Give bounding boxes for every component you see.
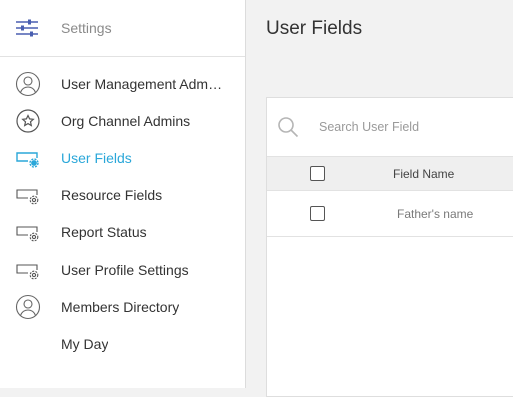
sidebar-title: Settings [61, 20, 112, 36]
main-content: User Fields Field Name Father's name [247, 0, 513, 397]
table-header: Field Name [267, 157, 513, 191]
sidebar-item-label: Report Status [61, 224, 147, 241]
field-gear-icon [15, 219, 41, 245]
blank-icon [15, 331, 41, 357]
field-name-cell: Father's name [397, 206, 474, 221]
settings-menu: User Management Admins Org Channel Admin… [0, 65, 245, 363]
user-circle-icon [15, 71, 41, 97]
sidebar: Settings User Management Admins Org Chan… [0, 0, 246, 388]
select-all-checkbox[interactable] [310, 166, 325, 181]
field-gear-icon [15, 145, 41, 171]
sidebar-item-user-profile-settings[interactable]: User Profile Settings [0, 251, 245, 288]
sidebar-item-label: User Fields [61, 149, 132, 166]
row-checkbox[interactable] [310, 206, 325, 221]
sidebar-item-label: User Profile Settings [61, 261, 189, 278]
field-gear-icon [15, 257, 41, 283]
sidebar-header: Settings [0, 0, 245, 57]
user-circle-icon [15, 294, 41, 320]
sidebar-item-user-management-admins[interactable]: User Management Admins [0, 65, 245, 102]
sidebar-item-label: Org Channel Admins [61, 112, 191, 129]
sidebar-item-label: Members Directory [61, 298, 180, 315]
sidebar-item-user-fields[interactable]: User Fields [0, 139, 245, 176]
sidebar-item-org-channel-admins[interactable]: Org Channel Admins [0, 102, 245, 139]
search-bar [267, 98, 513, 157]
field-gear-icon [15, 182, 41, 208]
sidebar-item-resource-fields[interactable]: Resource Fields [0, 177, 245, 214]
sidebar-item-members-directory[interactable]: Members Directory [0, 288, 245, 325]
table-row[interactable]: Father's name [267, 191, 513, 237]
column-header-field-name[interactable]: Field Name [393, 167, 454, 181]
sidebar-item-report-status[interactable]: Report Status [0, 214, 245, 251]
sidebar-item-my-day[interactable]: My Day [0, 325, 245, 362]
page-title: User Fields [266, 18, 363, 39]
user-fields-panel: Field Name Father's name [266, 97, 513, 397]
sidebar-item-label: Resource Fields [61, 187, 163, 204]
sidebar-item-label: User Management Admins [61, 75, 223, 92]
search-input[interactable] [317, 119, 501, 135]
sliders-icon[interactable] [15, 18, 39, 38]
star-circle-icon [15, 108, 41, 134]
search-icon [278, 117, 299, 138]
sidebar-item-label: My Day [61, 335, 109, 352]
